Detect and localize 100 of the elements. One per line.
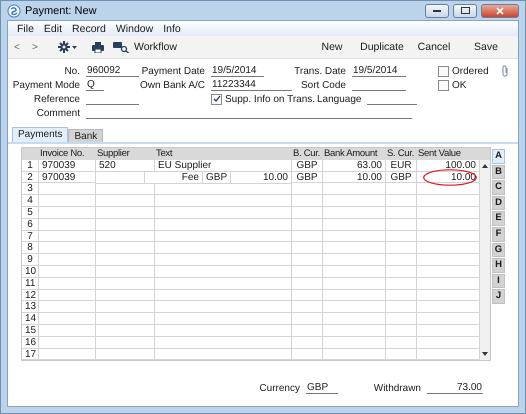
table-cell bbox=[292, 206, 323, 219]
field-label: Own Bank A/C bbox=[139, 80, 206, 90]
table-cell bbox=[386, 301, 417, 314]
row-number: 7 bbox=[22, 230, 39, 242]
row-number: 10 bbox=[22, 266, 39, 278]
menu-item[interactable]: Edit bbox=[38, 22, 68, 34]
scrollbar[interactable] bbox=[480, 160, 490, 360]
side-tab[interactable]: J bbox=[492, 289, 505, 304]
table-cell bbox=[96, 290, 155, 302]
table-cell bbox=[417, 290, 480, 302]
table-cell bbox=[39, 254, 96, 266]
currency-field[interactable]: GBP bbox=[306, 382, 338, 394]
side-tab[interactable]: B bbox=[492, 164, 505, 180]
side-tab[interactable]: G bbox=[492, 242, 505, 258]
field-label: Payment Date bbox=[140, 66, 206, 76]
table-cell bbox=[417, 230, 480, 242]
menu-item[interactable]: Info bbox=[158, 22, 186, 34]
payment-mode-field[interactable]: Q bbox=[86, 79, 104, 91]
table-cell bbox=[39, 336, 96, 349]
table-cell bbox=[292, 278, 323, 290]
table-cell bbox=[96, 195, 155, 207]
toolbar-button[interactable]: New bbox=[308, 41, 356, 53]
row-number: 4 bbox=[22, 195, 39, 207]
checkbox[interactable] bbox=[438, 80, 449, 90]
table-cell bbox=[323, 195, 386, 207]
table-cell bbox=[386, 218, 417, 231]
table-cell bbox=[39, 290, 96, 302]
workflow-button[interactable]: Workflow bbox=[134, 41, 177, 53]
field-label: Language bbox=[317, 94, 362, 104]
number-field[interactable]: 960092 bbox=[86, 65, 139, 77]
total-field[interactable]: 73.00 bbox=[427, 382, 483, 394]
next-button[interactable]: > bbox=[32, 42, 50, 52]
table-cell bbox=[39, 183, 96, 196]
table-cell bbox=[96, 218, 155, 231]
table-cell bbox=[417, 242, 480, 254]
toolbar-button[interactable]: Cancel bbox=[408, 41, 460, 53]
row-number: 13 bbox=[22, 301, 39, 314]
table-cell bbox=[417, 266, 480, 278]
table-cell bbox=[96, 324, 155, 337]
row-number: 3 bbox=[22, 183, 39, 196]
side-tab[interactable]: H bbox=[492, 258, 505, 273]
print-preview-icon[interactable] bbox=[113, 41, 129, 53]
row-number: 11 bbox=[22, 278, 39, 290]
row-number: 14 bbox=[22, 313, 39, 325]
side-tab[interactable]: F bbox=[492, 226, 505, 242]
table-cell bbox=[39, 230, 96, 242]
menu-item[interactable]: Record bbox=[67, 22, 111, 34]
toolbar-button[interactable]: Save bbox=[460, 41, 512, 53]
column-header: Supplier bbox=[96, 148, 155, 160]
table-cell bbox=[386, 336, 417, 349]
row-number: 6 bbox=[22, 218, 39, 231]
table-cell bbox=[96, 254, 155, 266]
previous-button[interactable]: < bbox=[14, 42, 32, 52]
table-cell bbox=[39, 324, 96, 337]
table-cell bbox=[96, 266, 155, 278]
table-cell bbox=[39, 195, 96, 207]
window-title: Payment: New bbox=[25, 4, 98, 16]
check-icon bbox=[212, 95, 220, 103]
table-cell bbox=[323, 290, 386, 302]
tab[interactable]: Bank bbox=[68, 129, 104, 142]
table-cell bbox=[386, 278, 417, 290]
paperclip-icon[interactable] bbox=[501, 64, 510, 78]
header-corner bbox=[480, 148, 490, 160]
side-tab[interactable]: C bbox=[492, 180, 505, 195]
tab[interactable]: Payments bbox=[12, 127, 68, 142]
table-cell bbox=[417, 183, 480, 196]
date-field[interactable]: 19/5/2014 bbox=[352, 65, 406, 77]
table-cell bbox=[39, 266, 96, 278]
side-tab[interactable]: E bbox=[492, 211, 505, 226]
toolbar-button[interactable]: Duplicate bbox=[356, 41, 408, 53]
field-label: Withdrawn bbox=[372, 382, 422, 394]
table-cell bbox=[386, 183, 417, 196]
side-tab[interactable]: D bbox=[492, 196, 505, 210]
checkbox[interactable] bbox=[211, 94, 222, 104]
printer-icon[interactable] bbox=[92, 42, 104, 52]
menu-item[interactable]: File bbox=[12, 22, 39, 34]
side-tab[interactable]: A bbox=[492, 149, 505, 164]
row-number: 5 bbox=[22, 206, 39, 219]
checkbox[interactable] bbox=[438, 66, 449, 76]
table-cell bbox=[417, 301, 480, 314]
table-cell: 520 bbox=[96, 160, 155, 172]
menu-item[interactable]: Window bbox=[110, 22, 158, 34]
side-tab[interactable]: I bbox=[492, 274, 505, 288]
maximize-button[interactable] bbox=[453, 4, 477, 18]
table-cell bbox=[323, 183, 386, 196]
scroll-up-icon[interactable] bbox=[482, 164, 488, 168]
table-cell bbox=[417, 278, 480, 290]
account-field[interactable]: 11223344 bbox=[211, 79, 292, 91]
settings-icon[interactable] bbox=[58, 41, 78, 53]
table-cell: 63.00 bbox=[323, 160, 386, 172]
scroll-down-icon[interactable] bbox=[482, 352, 488, 356]
table-cell bbox=[292, 183, 323, 196]
minimize-button[interactable] bbox=[425, 4, 449, 18]
close-button[interactable] bbox=[481, 4, 519, 18]
date-field[interactable]: 19/5/2014 bbox=[211, 65, 264, 77]
table-cell: 970039 bbox=[39, 172, 96, 184]
row-number: 17 bbox=[22, 348, 39, 360]
table-cell bbox=[96, 172, 145, 184]
table-cell bbox=[292, 266, 323, 278]
table-cell bbox=[96, 183, 155, 196]
